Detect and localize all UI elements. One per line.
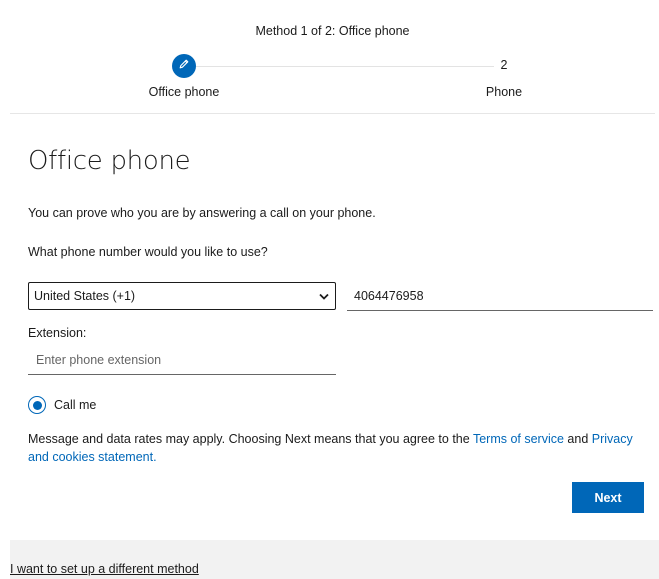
step-2-label: Phone: [485, 85, 523, 99]
footer-bar: I want to set up a different method: [10, 540, 659, 579]
description-text: You can prove who you are by answering a…: [28, 206, 376, 220]
pencil-icon: [178, 57, 190, 75]
radio-button[interactable]: [28, 396, 46, 414]
extension-label: Extension:: [28, 326, 87, 340]
chevron-down-icon: [313, 293, 335, 300]
country-select-value: United States (+1): [34, 289, 136, 303]
phone-number-input[interactable]: [347, 282, 653, 311]
terms-of-service-link[interactable]: Terms of service: [473, 432, 564, 446]
step-1-indicator: [172, 54, 196, 78]
country-select[interactable]: United States (+1): [28, 282, 336, 310]
step-2-number: 2: [500, 58, 508, 72]
legal-notice: Message and data rates may apply. Choosi…: [28, 430, 648, 466]
step-1-label: Office phone: [148, 85, 220, 99]
different-method-link[interactable]: I want to set up a different method: [10, 562, 199, 576]
stepper-title: Method 1 of 2: Office phone: [255, 24, 410, 38]
next-button[interactable]: Next: [572, 482, 644, 513]
phone-question-text: What phone number would you like to use?: [28, 245, 268, 259]
radio-selected-dot: [32, 400, 42, 410]
extension-input[interactable]: [28, 346, 336, 375]
progress-line: [196, 66, 494, 67]
legal-text-before: Message and data rates may apply. Choosi…: [28, 432, 473, 446]
legal-text-middle: and: [563, 432, 592, 446]
call-me-label: Call me: [54, 398, 97, 412]
page-title: Office phone: [28, 146, 191, 176]
method-stepper: Method 1 of 2: Office phone 2 Office pho…: [10, 0, 655, 114]
call-me-radio[interactable]: Call me: [28, 395, 96, 415]
